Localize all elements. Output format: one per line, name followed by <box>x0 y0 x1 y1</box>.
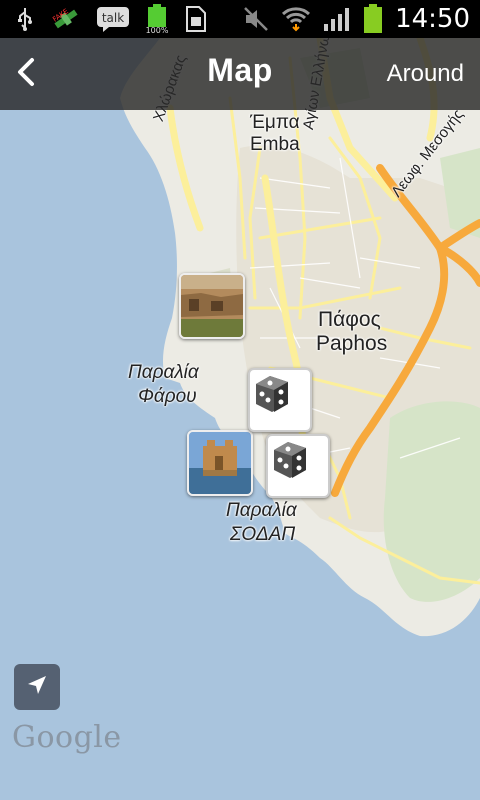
usb-icon <box>14 6 36 32</box>
around-button[interactable]: Around <box>387 60 464 88</box>
label-paralia-farou-line2: Φάρου <box>138 386 197 407</box>
svg-text:talk: talk <box>102 11 124 25</box>
label-paralia-sodap-line1: Παραλία <box>226 500 297 521</box>
signal-icon <box>323 6 351 32</box>
label-paralia-sodap-line2: ΣΟΔΑΠ <box>230 524 296 545</box>
wifi-icon <box>281 5 311 33</box>
status-clock: 14:50 <box>395 4 470 34</box>
dice-marker-farou[interactable] <box>248 368 312 432</box>
label-paralia-farou-line1: Παραλία <box>128 362 199 383</box>
photo-marker-castle[interactable] <box>187 430 253 496</box>
navigation-arrow-icon <box>24 672 50 702</box>
satellite-icon: FAKE <box>50 5 82 33</box>
status-bar: FAKE talk 100% 14:50 <box>0 0 480 38</box>
app-bar: Map Around <box>0 38 480 110</box>
map-canvas[interactable] <box>0 38 480 800</box>
label-emba-latin: Emba <box>250 134 300 155</box>
label-paphos-greek: Πάφος <box>318 308 381 331</box>
battery-full-icon: 100% <box>144 4 170 34</box>
battery-icon <box>363 4 383 34</box>
talk-icon: talk <box>96 5 130 33</box>
google-logo: Google <box>12 720 122 755</box>
my-location-button[interactable] <box>14 664 60 710</box>
label-emba-greek: Έμπα <box>250 112 300 133</box>
mute-icon <box>243 6 269 32</box>
sim-card-icon <box>184 5 208 33</box>
photo-marker-tombs[interactable] <box>179 273 245 339</box>
dice-marker-sodap[interactable] <box>266 434 330 498</box>
label-paphos-latin: Paphos <box>316 332 388 355</box>
svg-text:100%: 100% <box>146 26 169 34</box>
map-view[interactable]: Έμπα Emba Πάφος Paphos Παραλία Φάρου Παρ… <box>0 38 480 800</box>
